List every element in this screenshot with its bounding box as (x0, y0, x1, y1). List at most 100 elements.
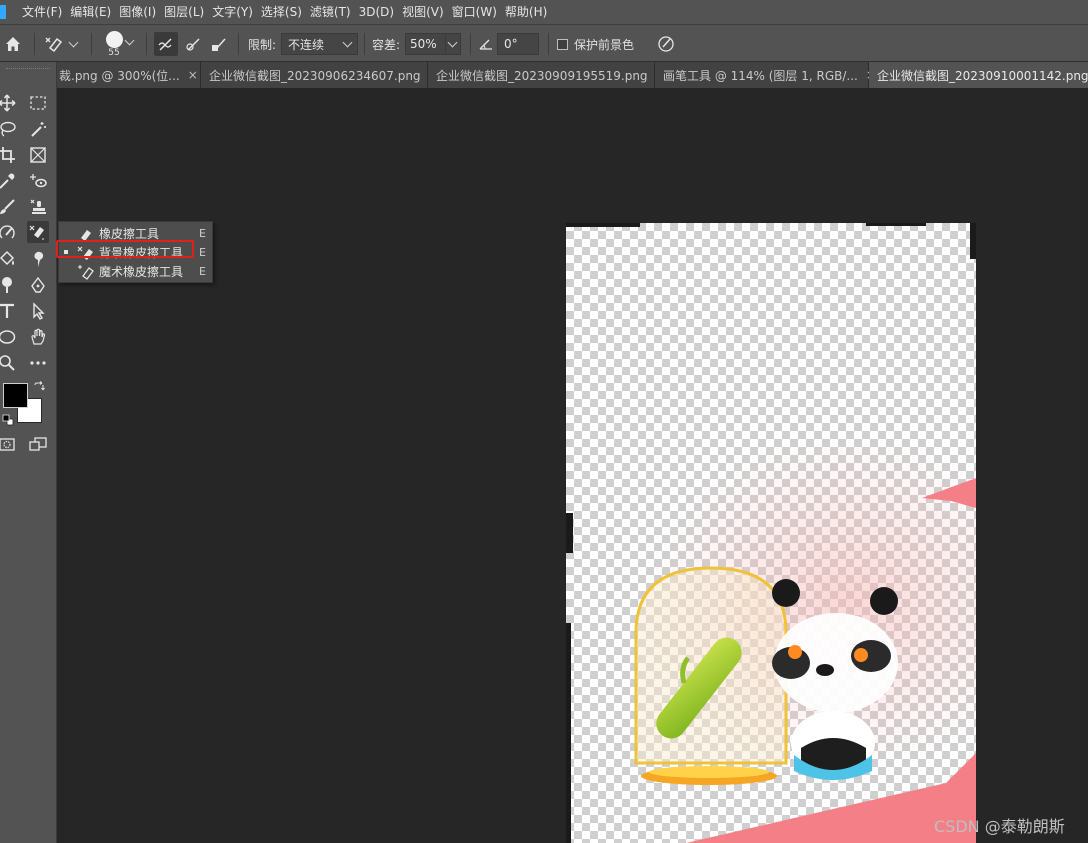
menu-layer[interactable]: 图层(L) (160, 0, 208, 24)
screen-mode-icon (29, 437, 47, 451)
home-icon (6, 37, 20, 51)
flyout-item-shortcut: E (199, 246, 206, 259)
panda-ear-right (870, 587, 898, 615)
brush-icon (0, 199, 15, 214)
brush-size-value: 55 (108, 47, 120, 58)
sampling-continuous-icon (158, 38, 172, 51)
angle-input[interactable]: 0° (497, 33, 539, 55)
menu-edit[interactable]: 编辑(E) (66, 0, 115, 24)
residue-top-left (566, 223, 640, 227)
menu-3d[interactable]: 3D(D) (355, 0, 398, 24)
crop-tool[interactable] (0, 144, 18, 166)
tab-document-4[interactable]: 画笔工具 @ 114% (图层 1, RGB/... × (655, 62, 876, 88)
pressure-size-button[interactable] (656, 25, 676, 63)
smudge-icon (34, 251, 44, 267)
quick-mask-icon (0, 438, 15, 451)
close-icon[interactable]: × (188, 68, 198, 82)
menu-file[interactable]: 文件(F) (18, 0, 66, 24)
spot-healing-tool[interactable] (27, 170, 49, 192)
options-bar: 55 限制: 不连续 容差: 50% 0° 保护前景色 (0, 24, 1088, 62)
frame-icon (30, 147, 46, 163)
history-brush-tool[interactable] (0, 222, 18, 244)
lasso-icon (0, 121, 16, 137)
eraser-tool[interactable] (27, 221, 49, 243)
panda-eye-right (854, 648, 868, 662)
panel-grip[interactable] (6, 68, 50, 71)
smudge-tool[interactable] (27, 248, 49, 270)
paint-bucket-icon (0, 250, 15, 266)
menu-window[interactable]: 窗口(W) (448, 0, 501, 24)
dodge-icon (2, 277, 12, 293)
quick-mask-button[interactable] (0, 433, 18, 455)
paint-bucket-tool[interactable] (0, 248, 18, 270)
foreground-color-swatch[interactable] (3, 383, 28, 408)
screen-mode-button[interactable] (27, 433, 49, 455)
panda-eye-left (788, 645, 802, 659)
tab-document-2[interactable]: 企业微信截图_20230906234607.png × (201, 62, 439, 88)
angle-icon (478, 25, 494, 63)
path-selection-tool[interactable] (27, 300, 49, 322)
limit-label: 限制: (248, 37, 277, 52)
menu-view[interactable]: 视图(V) (398, 0, 448, 24)
eyedropper-tool[interactable] (0, 170, 18, 192)
limit-select[interactable]: 不连续 (281, 33, 358, 55)
photoshop-logo-icon[interactable] (0, 5, 6, 19)
pen-tool[interactable] (27, 274, 49, 296)
residue-right-edge (970, 223, 976, 259)
eyedropper-icon (0, 173, 15, 189)
panda-ear-left (772, 579, 800, 607)
hand-tool[interactable] (27, 326, 49, 348)
angle-value: 0° (504, 37, 518, 51)
dome-base-top (649, 766, 769, 778)
tab-label: 画笔工具 @ 114% (图层 1, RGB/... (663, 68, 858, 83)
sampling-once-icon (186, 38, 200, 51)
lasso-tool[interactable] (0, 118, 18, 140)
flyout-item-magic-eraser[interactable]: 魔术橡皮擦工具 E (59, 262, 214, 281)
limit-value: 不连续 (288, 37, 325, 52)
menu-type[interactable]: 文字(Y) (208, 0, 257, 24)
more-tools-button[interactable] (27, 352, 49, 374)
menu-help[interactable]: 帮助(H) (501, 0, 551, 24)
more-icon (30, 361, 46, 365)
crop-icon (0, 147, 15, 163)
protect-foreground-checkbox[interactable]: 保护前景色 (557, 25, 634, 63)
marquee-tool[interactable] (27, 92, 49, 114)
tab-document-5[interactable]: 企业微信截图_20230910001142.png × (869, 62, 1088, 88)
sampling-once-button[interactable] (184, 25, 204, 63)
magic-wand-tool[interactable] (27, 118, 49, 140)
tool-preset-picker[interactable] (44, 25, 82, 63)
flyout-item-label: 魔术橡皮擦工具 (99, 265, 184, 279)
tab-document-3[interactable]: 企业微信截图_20230909195519.png × (428, 62, 666, 88)
path-selection-icon (33, 302, 45, 320)
panda-nose (816, 664, 834, 676)
menu-select[interactable]: 选择(S) (257, 0, 306, 24)
default-colors-icon[interactable] (2, 414, 14, 426)
swap-colors-icon[interactable] (33, 381, 45, 393)
tolerance-input[interactable]: 50% (405, 33, 461, 55)
dodge-tool[interactable] (0, 274, 18, 296)
magic-wand-icon (31, 122, 46, 137)
zoom-tool[interactable] (0, 352, 18, 374)
menu-filter[interactable]: 滤镜(T) (306, 0, 355, 24)
clone-stamp-tool[interactable] (27, 196, 49, 218)
flyout-item-shortcut: E (199, 227, 206, 240)
pen-pressure-icon (658, 36, 674, 52)
checkbox-box[interactable] (557, 38, 568, 50)
menu-image[interactable]: 图像(I) (115, 0, 160, 24)
sampling-continuous-button[interactable] (154, 25, 178, 63)
sampling-swatch-icon (212, 38, 226, 51)
residue-left-1 (566, 513, 573, 553)
shape-tool[interactable] (0, 326, 18, 348)
document-tabs: 裁.png @ 300%(位... × 企业微信截图_2023090623460… (57, 62, 1088, 88)
chevron-down-icon (342, 37, 353, 47)
sampling-background-swatch-button[interactable] (210, 25, 230, 63)
brush-tool[interactable] (0, 196, 18, 218)
tab-document-1[interactable]: 裁.png @ 300%(位... × (57, 62, 201, 88)
move-tool[interactable] (0, 92, 18, 114)
zoom-icon (0, 355, 15, 371)
document-canvas[interactable] (566, 223, 976, 843)
background-eraser-icon (45, 37, 63, 53)
type-tool[interactable] (0, 300, 18, 322)
home-button[interactable] (4, 25, 24, 63)
frame-tool[interactable] (27, 144, 49, 166)
